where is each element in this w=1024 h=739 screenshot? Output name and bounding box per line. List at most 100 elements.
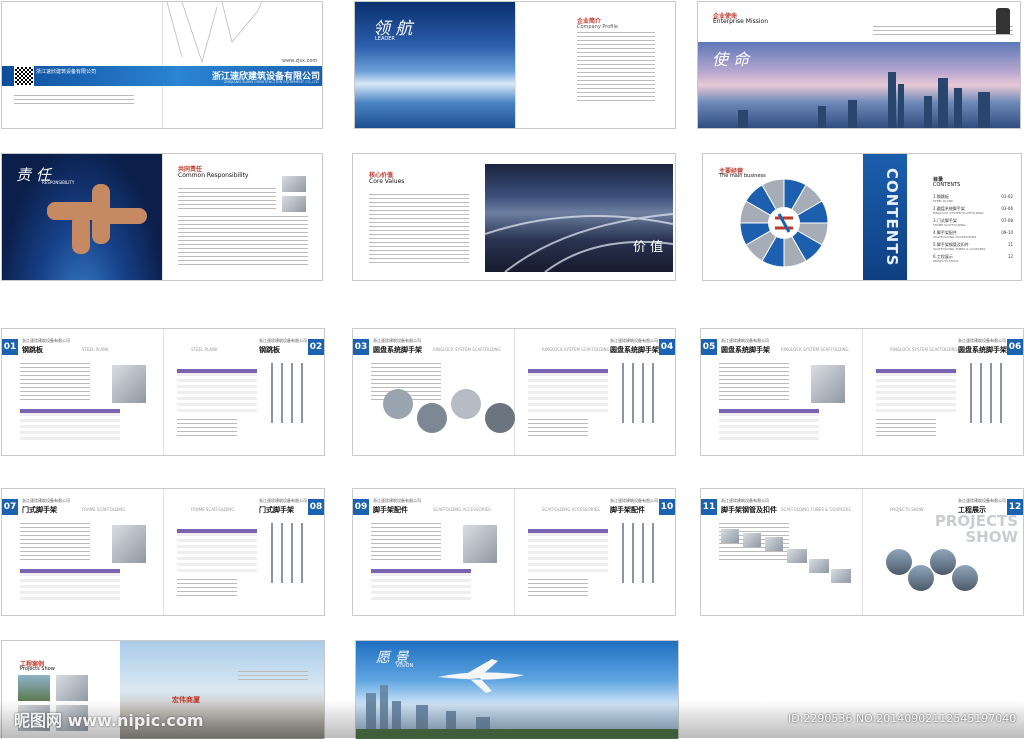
toc-item[interactable]: 1.钢跳板 STEEL PLANK 01-02 (933, 194, 1013, 206)
section-title-left: 门式脚手架 (22, 506, 57, 514)
product-photo-right (962, 363, 1002, 423)
section-title-left: 脚手架钢管及扣件 (721, 506, 777, 514)
mission-en: Enterprise Mission (713, 18, 769, 25)
section-title-right: 圆盘系统脚手架 (958, 346, 1007, 354)
profile-en: Company Profile (577, 24, 618, 30)
section-title-right: 圆盘系统脚手架 (610, 346, 659, 354)
watermark-left: 昵图网 www.nipic.com (14, 711, 204, 730)
section-sub-right: RINGLOCK SYSTEM SCAFFOLDING (542, 347, 610, 352)
product-photo-right (263, 363, 303, 423)
toc-item[interactable]: 6.工程展示 PROJECTS SHOW 12 (933, 254, 1013, 266)
page-number-right: 08 (308, 499, 324, 515)
section-text (719, 363, 789, 403)
section-sub-left: RINGLOCK SYSTEM SCAFFOLDING (433, 347, 501, 352)
section-text (20, 523, 90, 563)
spec-table-left (371, 569, 471, 603)
company-small-left: 浙江速欣建筑设备有限公司 (373, 498, 421, 503)
leader-spread: 领 航 LEADER 企业简介 Company Profile (354, 1, 676, 129)
values-text (369, 194, 469, 266)
cover-spread: 浙江速欣建筑设备有限公司 www.zjsx.com 浙江速欣建筑设备有限公司 Z… (1, 1, 323, 129)
qr-code-icon (14, 66, 34, 86)
spec-table-right (528, 529, 608, 573)
spec-table-right (177, 529, 257, 573)
section-title-left: 脚手架配件 (373, 506, 408, 514)
toc-list: 1.钢跳板 STEEL PLANK 01-02 2.圆盘系统脚手架 RINGLOCK S… (933, 194, 1013, 266)
product-photo-left (811, 365, 845, 403)
section-title-right: 钢跳板 (259, 346, 280, 354)
section-text (20, 363, 90, 403)
section-title-right: 脚手架配件 (610, 506, 645, 514)
page-number-left: 09 (353, 499, 369, 515)
values-spread: 核心价值 Core Values 价 值 (352, 153, 676, 281)
page-number-right: 04 (659, 339, 675, 355)
spec-table-right (876, 369, 956, 413)
tube-photo (743, 533, 761, 547)
product-spread: 09 10 浙江速欣建筑设备有限公司 脚手架配件 SCAFFOLDING ACCESSO… (352, 488, 676, 616)
product-spread: 01 02 浙江速欣建筑设备有限公司 钢跳板 STEEL PLANK 浙江速欣建筑设备有限… (1, 328, 325, 456)
company-small-right: 浙江速欣建筑设备有限公司 (958, 498, 1006, 503)
product-spread: 11 12 浙江速欣建筑设备有限公司 脚手架钢管及扣件 SCAFFOLDING TUBE… (700, 488, 1024, 616)
section-sub-right: PROJECTS SHOW (890, 507, 924, 512)
mission-calligraphy: 使 命 (712, 50, 750, 69)
project-circle-photo (886, 549, 912, 575)
toc-item-page: 09-10 (1001, 230, 1013, 235)
section-sub-left: SCAFFOLDING TUBES & COUPLERS (781, 507, 851, 512)
projects-en: Projects Show (20, 666, 55, 672)
product-photo-right (263, 523, 303, 583)
page-number-left: 05 (701, 339, 717, 355)
product-photo-left (112, 525, 146, 563)
office-photo-1 (282, 176, 306, 192)
section-title-left: 圆盘系统脚手架 (373, 346, 422, 354)
project-photo-2 (56, 675, 88, 701)
spec-table-left (20, 409, 120, 443)
section-sub-right: STEEL PLANK (191, 347, 218, 352)
section-sub-right: RINGLOCK SYSTEM SCAFFOLDING (890, 347, 958, 352)
spec-table-left (20, 569, 120, 603)
toc-item-en: PROJECTS SHOW (933, 259, 959, 263)
coupler-photo (809, 559, 829, 573)
projects-show-big: PROJECTS SHOW (934, 512, 1018, 546)
toc-item[interactable]: 5.脚手架钢管及扣件 SCAFFOLDING TUBES & COUPLERS 11 (933, 242, 1013, 254)
toc-item-page: 11 (1007, 242, 1013, 247)
cover-company-en: ZHEJIANG SUXIN CONSTRUCTION EQUIPMENT CO… (224, 80, 319, 84)
page-number-right: 02 (308, 339, 324, 355)
section-sub-left: RINGLOCK SYSTEM SCAFFOLDING (781, 347, 849, 352)
section-sub-right: FRAME SCAFFOLDING (191, 507, 235, 512)
cover-website: www.zjsx.com (282, 58, 318, 64)
mission-text (873, 26, 1013, 38)
toc-item-en: SCAFFOLDING TUBES & COUPLERS (933, 247, 986, 251)
section-title-left: 钢跳板 (22, 346, 43, 354)
cover-line-art (166, 2, 263, 64)
tube-photo (721, 529, 739, 543)
page-number-left: 11 (701, 499, 717, 515)
leader-en: LEADER (375, 36, 395, 42)
toc-item-en: STEEL PLANK (933, 199, 953, 203)
section-text-right (177, 579, 237, 599)
section-sub-left: STEEL PLANK (82, 347, 109, 352)
company-small-right: 浙江速欣建筑设备有限公司 (259, 498, 307, 503)
responsibility-en: Common Responsibility (178, 172, 249, 179)
toc-item[interactable]: 2.圆盘系统脚手架 RINGLOCK SYSTEM SCAFFOLDING 03-0… (933, 206, 1013, 218)
product-photo-circle (417, 403, 447, 433)
section-text-right (528, 579, 588, 599)
business-spread: 主要经营 The main business CONTENTS 目录 CONTE… (702, 153, 1022, 281)
contents-vertical: CONTENTS (883, 168, 901, 267)
tube-photo (765, 537, 783, 551)
company-small-left: 浙江速欣建筑设备有限公司 (22, 338, 70, 343)
project-circle-photo (908, 565, 934, 591)
toc-item[interactable]: 3.门式脚手架 FRAME SCAFFOLDING 07-08 (933, 218, 1013, 230)
section-sub-left: FRAME SCAFFOLDING (82, 507, 126, 512)
spec-table-right (528, 369, 608, 413)
mission-spread: 企业使命 Enterprise Mission 使 命 (697, 1, 1021, 129)
product-photo-circle (383, 389, 413, 419)
section-title-right: 门式脚手架 (259, 506, 294, 514)
coupler-photo (787, 549, 807, 563)
toc-item[interactable]: 4.脚手架配件 SCAFFOLDING ACCESSORIES 09-10 (933, 230, 1013, 242)
company-small-right: 浙江速欣建筑设备有限公司 (259, 338, 307, 343)
toc-item-page: 07-08 (1001, 218, 1013, 223)
hands-graphic (47, 184, 147, 254)
values-en: Core Values (369, 178, 405, 185)
product-spread: 03 04 浙江速欣建筑设备有限公司 圆盘系统脚手架 RINGLOCK SYSTEM S… (352, 328, 676, 456)
product-photo-circle (451, 389, 481, 419)
section-text-right (177, 419, 237, 439)
